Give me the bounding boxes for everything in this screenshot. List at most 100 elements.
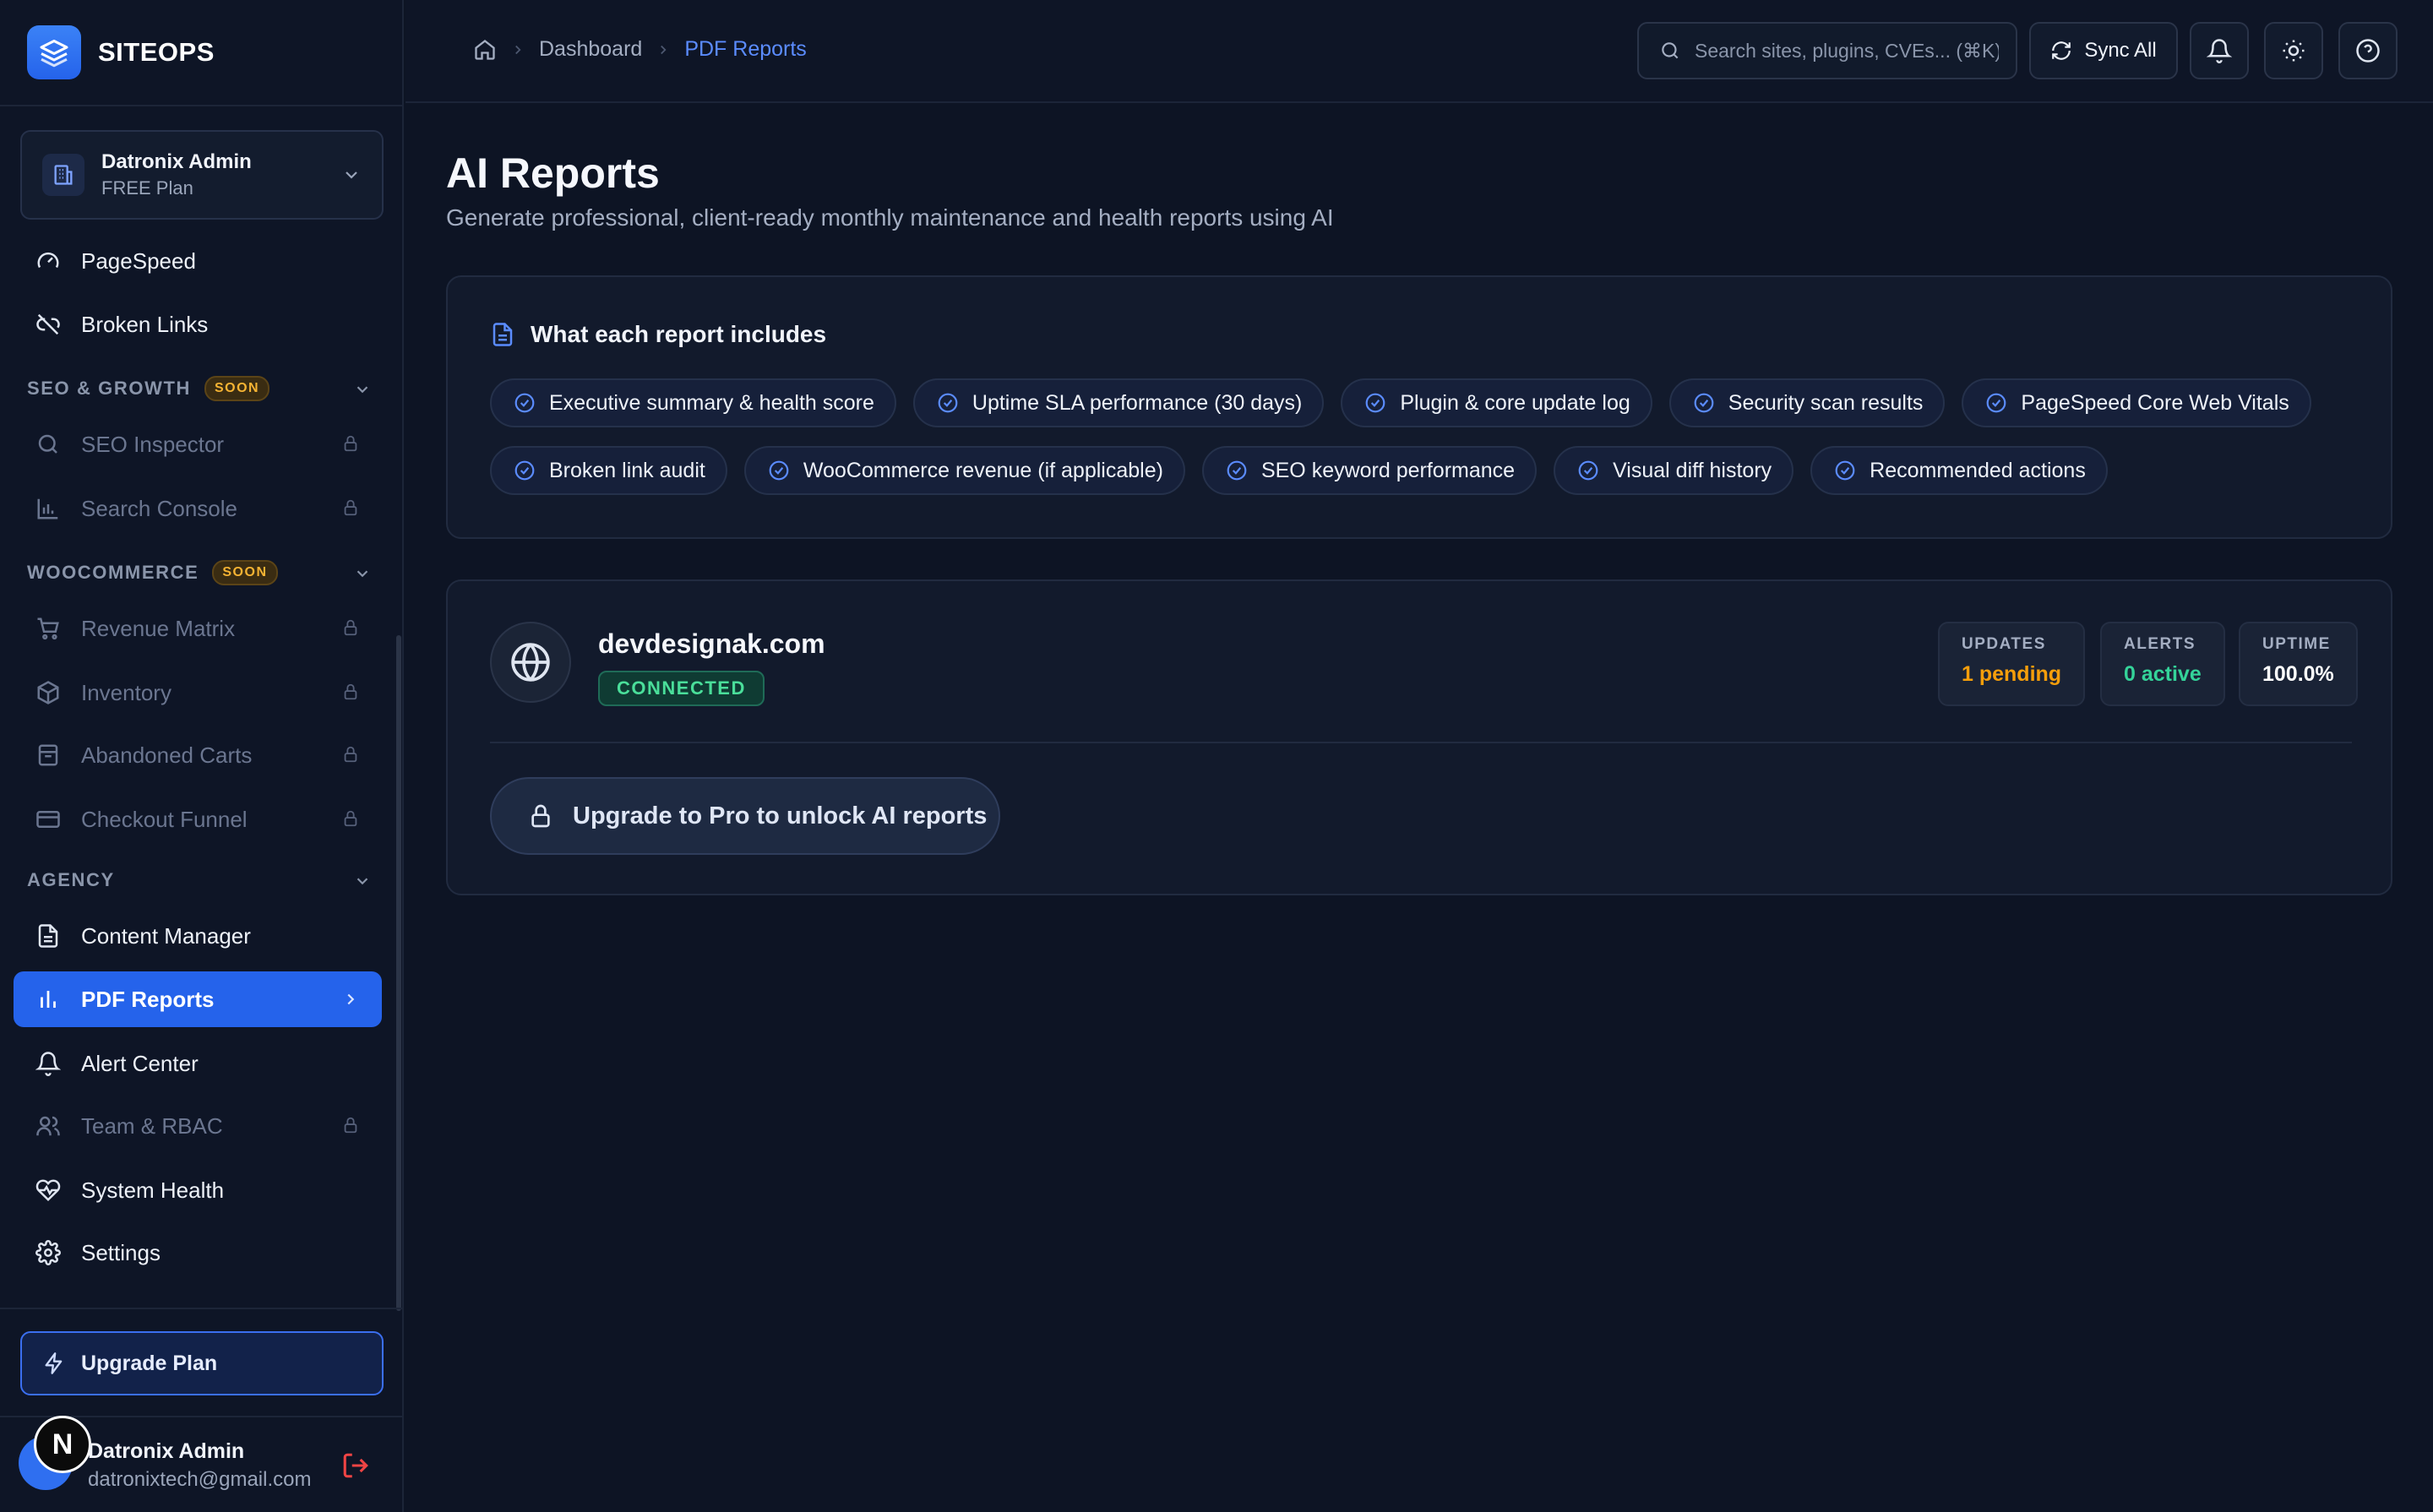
org-plan: FREE Plan xyxy=(101,177,193,199)
stat-value: 0 active xyxy=(2124,662,2202,686)
chevron-right-icon xyxy=(510,42,525,57)
lightning-icon xyxy=(42,1352,66,1375)
card-title: What each report includes xyxy=(531,321,827,347)
bell-icon xyxy=(2207,38,2232,63)
search-icon xyxy=(34,430,63,459)
include-chip: PageSpeed Core Web Vitals xyxy=(1962,378,2311,427)
topbar: Dashboard PDF Reports Sync All xyxy=(406,0,2433,103)
user-name: Datronix Admin xyxy=(88,1439,245,1463)
upgrade-pro-button[interactable]: Upgrade to Pro to unlock AI reports xyxy=(490,777,1000,855)
sidebar-item-search-console[interactable]: Search Console xyxy=(14,481,382,536)
stat-label: UPTIME xyxy=(2262,635,2331,653)
sidebar-item-system-health[interactable]: System Health xyxy=(14,1162,382,1218)
upgrade-pro-label: Upgrade to Pro to unlock AI reports xyxy=(573,802,988,829)
notifications-button[interactable] xyxy=(2190,22,2249,79)
stat-alerts: ALERTS 0 active xyxy=(2100,622,2225,706)
lock-icon xyxy=(341,744,360,764)
sidebar-item-inventory[interactable]: Inventory xyxy=(14,665,382,721)
section-agency[interactable]: AGENCY xyxy=(27,863,375,897)
cart-icon xyxy=(34,614,63,643)
include-chip: Executive summary & health score xyxy=(490,378,896,427)
org-switcher[interactable]: Datronix Admin FREE Plan xyxy=(20,130,384,220)
section-woocommerce[interactable]: WOOCOMMERCE SOON xyxy=(27,556,375,590)
sidebar-item-revenue-matrix[interactable]: Revenue Matrix xyxy=(14,601,382,656)
sidebar-item-label: Alert Center xyxy=(81,1050,199,1076)
sidebar-item-team-rbac[interactable]: Team & RBAC xyxy=(14,1098,382,1154)
heart-pulse-icon xyxy=(34,1176,63,1205)
chevron-down-icon xyxy=(341,165,362,185)
org-name: Datronix Admin xyxy=(101,150,252,173)
check-circle-icon xyxy=(1693,392,1715,414)
sidebar-item-label: SEO Inspector xyxy=(81,431,225,457)
sidebar-item-label: System Health xyxy=(81,1177,225,1203)
layers-icon xyxy=(27,25,81,79)
chevron-right-icon xyxy=(656,42,671,57)
section-seo-growth[interactable]: SEO & GROWTH SOON xyxy=(27,372,375,405)
sidebar-item-pdf-reports[interactable]: PDF Reports xyxy=(14,971,382,1027)
include-chip-label: Plugin & core update log xyxy=(1400,390,1630,415)
chevron-down-icon xyxy=(353,872,372,890)
sidebar-item-broken-links[interactable]: Broken Links xyxy=(14,296,382,352)
help-button[interactable] xyxy=(2338,22,2398,79)
sidebar-item-label: PageSpeed xyxy=(81,247,196,274)
sidebar: SITEOPS Datronix Admin FREE Plan PageSpe… xyxy=(0,0,404,1512)
search-input[interactable] xyxy=(1695,39,1999,63)
sidebar-item-label: Search Console xyxy=(81,495,237,521)
sidebar-item-label: Broken Links xyxy=(81,311,209,337)
scrollbar-thumb[interactable] xyxy=(396,635,401,1311)
sync-all-button[interactable]: Sync All xyxy=(2029,22,2178,79)
breadcrumb-dashboard[interactable]: Dashboard xyxy=(539,37,642,62)
bell-icon xyxy=(34,1049,63,1078)
home-icon[interactable] xyxy=(473,38,497,62)
upgrade-plan-button[interactable]: Upgrade Plan xyxy=(20,1331,384,1395)
stat-uptime: UPTIME 100.0% xyxy=(2239,622,2358,706)
n-badge[interactable]: N xyxy=(34,1416,91,1473)
logout-icon[interactable] xyxy=(341,1451,370,1480)
globe-icon xyxy=(490,622,571,703)
sidebar-item-settings[interactable]: Settings xyxy=(14,1225,382,1281)
search-box[interactable] xyxy=(1637,22,2017,79)
lock-icon xyxy=(341,808,360,829)
sidebar-item-content-manager[interactable]: Content Manager xyxy=(14,908,382,964)
chevron-right-icon xyxy=(341,990,360,1009)
sidebar-item-label: Abandoned Carts xyxy=(81,742,253,768)
site-domain: devdesignak.com xyxy=(598,628,825,659)
check-circle-icon xyxy=(1364,392,1386,414)
refresh-icon xyxy=(2050,40,2072,62)
sidebar-item-label: Content Manager xyxy=(81,922,251,949)
include-chip: Broken link audit xyxy=(490,446,727,495)
report-includes-card: What each report includes Executive summ… xyxy=(446,275,2392,539)
check-circle-icon xyxy=(1834,460,1856,481)
breadcrumb-current: PDF Reports xyxy=(684,37,807,61)
brand[interactable]: SITEOPS xyxy=(0,0,402,106)
site-card: devdesignak.com CONNECTED UPDATES 1 pend… xyxy=(446,579,2392,895)
chevron-down-icon xyxy=(353,564,372,583)
divider xyxy=(0,1308,404,1309)
sidebar-item-label: Settings xyxy=(81,1239,161,1265)
stat-label: UPDATES xyxy=(1962,635,2046,653)
sidebar-item-checkout-funnel[interactable]: Checkout Funnel xyxy=(14,791,382,847)
sidebar-item-seo-inspector[interactable]: SEO Inspector xyxy=(14,416,382,472)
soon-badge: SOON xyxy=(212,560,278,585)
theme-toggle-button[interactable] xyxy=(2264,22,2323,79)
sidebar-item-pagespeed[interactable]: PageSpeed xyxy=(14,233,382,289)
page-subtitle: Generate professional, client-ready mont… xyxy=(446,204,1334,231)
include-chip-label: SEO keyword performance xyxy=(1260,458,1516,482)
lock-icon xyxy=(341,1115,360,1135)
status-badge: CONNECTED xyxy=(598,671,765,706)
sidebar-item-abandoned-carts[interactable]: Abandoned Carts xyxy=(14,727,382,783)
lock-icon xyxy=(341,433,360,454)
sidebar-item-alert-center[interactable]: Alert Center xyxy=(14,1036,382,1091)
link-off-icon xyxy=(34,310,63,339)
bar-chart-icon xyxy=(34,985,63,1014)
bar-chart-icon xyxy=(34,494,63,523)
card-heading: What each report includes xyxy=(490,321,826,348)
users-icon xyxy=(34,1112,63,1140)
stat-label: ALERTS xyxy=(2124,635,2196,653)
check-circle-icon xyxy=(514,392,536,414)
check-circle-icon xyxy=(768,460,790,481)
sun-icon xyxy=(2281,38,2306,63)
help-icon xyxy=(2355,38,2381,63)
include-chip-label: PageSpeed Core Web Vitals xyxy=(2021,390,2289,415)
sidebar-item-label: Inventory xyxy=(81,679,171,705)
